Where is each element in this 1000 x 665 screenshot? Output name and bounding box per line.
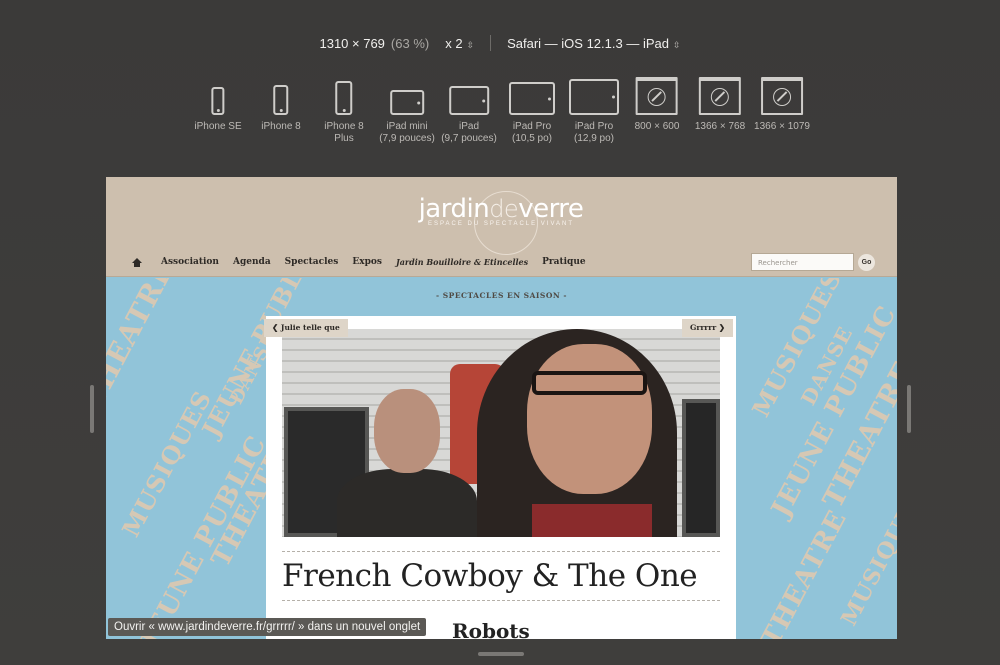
- tablet-icon: [390, 90, 424, 115]
- tablet-icon: [569, 79, 619, 115]
- photo-person: [527, 344, 652, 494]
- photo-person: [337, 469, 477, 537]
- nav-item-spectacles[interactable]: Spectacles: [285, 257, 339, 267]
- tablet-icon: [449, 86, 489, 115]
- previous-show-label: Julie telle que: [280, 323, 340, 332]
- device-ipad-mini[interactable]: iPad mini (7,9 pouces): [379, 75, 435, 145]
- logo-tagline: ESPACE DU SPECTACLE VIVANT: [427, 221, 575, 227]
- device-label-group: iPad (9,7 pouces): [441, 121, 497, 145]
- logo-wordmark: jardindeverre: [416, 194, 586, 224]
- device-label: iPhone 8: [261, 121, 301, 132]
- phone-icon: [335, 81, 353, 115]
- safari-window-icon: [698, 77, 741, 115]
- device-label: iPad mini: [386, 121, 428, 132]
- show-photo[interactable]: [282, 329, 720, 537]
- device-label: iPhone SE: [194, 121, 242, 132]
- next-show-link[interactable]: Grrrrr ❯: [682, 319, 734, 337]
- page-viewport: THEATRE MUSIQUES JEUNE PUBLIC JEUNE PUBL…: [106, 177, 897, 639]
- device-label: iPhone 8: [324, 121, 364, 132]
- logo-part: jardin: [418, 194, 490, 224]
- resize-handle-bottom[interactable]: [478, 652, 524, 656]
- logo-part: de: [489, 195, 519, 223]
- device-ipad[interactable]: iPad (9,7 pouces): [441, 75, 497, 145]
- device-1366x768[interactable]: 1366 × 768: [695, 75, 745, 133]
- resize-handle-right[interactable]: [907, 385, 911, 433]
- photo-window: [682, 399, 720, 537]
- phone-icon: [211, 87, 225, 115]
- device-1366x1079[interactable]: 1366 × 1079: [754, 75, 810, 133]
- previous-show-link[interactable]: ❮ Julie telle que: [264, 319, 348, 337]
- site-header: jardindeverre ESPACE DU SPECTACLE VIVANT…: [106, 177, 897, 277]
- device-iphone-8[interactable]: iPhone 8: [261, 75, 301, 133]
- device-label-line2: Plus: [334, 133, 354, 144]
- device-iphone-se[interactable]: iPhone SE: [194, 75, 242, 133]
- safari-window-icon: [635, 77, 678, 115]
- device-800x600[interactable]: 800 × 600: [634, 75, 680, 133]
- compass-icon: [710, 88, 729, 106]
- resize-handle-left[interactable]: [90, 385, 94, 433]
- toolbar-divider: [490, 35, 492, 51]
- device-label: iPad Pro: [574, 121, 614, 132]
- photo-person: [374, 389, 440, 473]
- device-label-line2: (7,9 pouces): [379, 133, 435, 144]
- phone-icon: [273, 85, 289, 115]
- home-icon[interactable]: [132, 257, 142, 267]
- compass-icon: [647, 88, 666, 106]
- show-subtitle: Robots: [452, 619, 530, 639]
- main-nav: Association Agenda Spectacles Expos Jard…: [132, 257, 600, 267]
- device-label: 1366 × 768: [694, 121, 746, 132]
- device-label: 800 × 600: [634, 121, 680, 132]
- pixel-ratio-select[interactable]: x 2 ⇳: [445, 36, 474, 51]
- photo-shirt: [532, 504, 652, 537]
- device-label: iPad Pro: [512, 121, 552, 132]
- device-label-group: iPad Pro (12,9 po): [574, 121, 614, 145]
- divider: [282, 600, 720, 601]
- responsive-toolbar: 1310 × 769 (63 %) x 2 ⇳ Safari — iOS 12.1…: [0, 35, 1000, 51]
- search-go-button[interactable]: Go: [858, 254, 875, 271]
- device-iphone-8-plus[interactable]: iPhone 8 Plus: [324, 75, 364, 145]
- section-heading: - SPECTACLES EN SAISON -: [436, 291, 567, 300]
- site-logo[interactable]: jardindeverre ESPACE DU SPECTACLE VIVANT: [416, 191, 586, 255]
- device-label-line2: (10,5 po): [511, 133, 553, 144]
- compass-icon: [772, 88, 791, 106]
- divider: [282, 551, 720, 552]
- device-label-line2: (9,7 pouces): [441, 133, 497, 144]
- chevron-updown-icon: ⇳: [672, 39, 681, 50]
- photo-glasses: [532, 371, 647, 395]
- nav-item-expos[interactable]: Expos: [352, 257, 382, 267]
- device-ipad-pro-10[interactable]: iPad Pro (10,5 po): [509, 75, 555, 145]
- tablet-icon: [509, 82, 555, 115]
- device-label: 1366 × 1079: [754, 121, 810, 132]
- nav-item-jardin-bouilloire[interactable]: Jardin Bouilloire & Etincelles: [396, 257, 528, 267]
- zoom-percent: (63 %): [390, 35, 430, 51]
- nav-item-agenda[interactable]: Agenda: [233, 257, 271, 267]
- device-label-group: iPhone 8 Plus: [324, 121, 363, 145]
- viewport-dimensions[interactable]: 1310 × 769: [319, 36, 384, 51]
- logo-part: verre: [518, 194, 584, 224]
- safari-window-icon: [760, 77, 803, 115]
- device-label-group: iPad Pro (10,5 po): [512, 121, 552, 145]
- device-label-group: iPad mini (7,9 pouces): [379, 121, 435, 145]
- user-agent-label: Safari — iOS 12.1.3 — iPad: [507, 35, 669, 51]
- user-agent-select[interactable]: Safari — iOS 12.1.3 — iPad ⇳: [507, 36, 680, 51]
- device-label-line2: (12,9 po): [573, 133, 615, 144]
- device-label: iPad: [458, 121, 479, 132]
- nav-item-association[interactable]: Association: [161, 257, 219, 267]
- link-status-tooltip: Ouvrir « www.jardindeverre.fr/grrrrr/ » …: [108, 618, 427, 636]
- search-input[interactable]: Rechercher: [751, 253, 854, 271]
- next-show-label: Grrrrr: [690, 323, 717, 332]
- device-ipad-pro-12[interactable]: iPad Pro (12,9 po): [569, 75, 619, 145]
- show-title: French Cowboy & The One: [282, 558, 698, 594]
- nav-item-pratique[interactable]: Pratique: [542, 257, 585, 267]
- chevron-updown-icon: ⇳: [466, 39, 475, 50]
- show-card: French Cowboy & The One Robots: [266, 316, 736, 639]
- pixel-ratio-label: x 2: [445, 35, 463, 51]
